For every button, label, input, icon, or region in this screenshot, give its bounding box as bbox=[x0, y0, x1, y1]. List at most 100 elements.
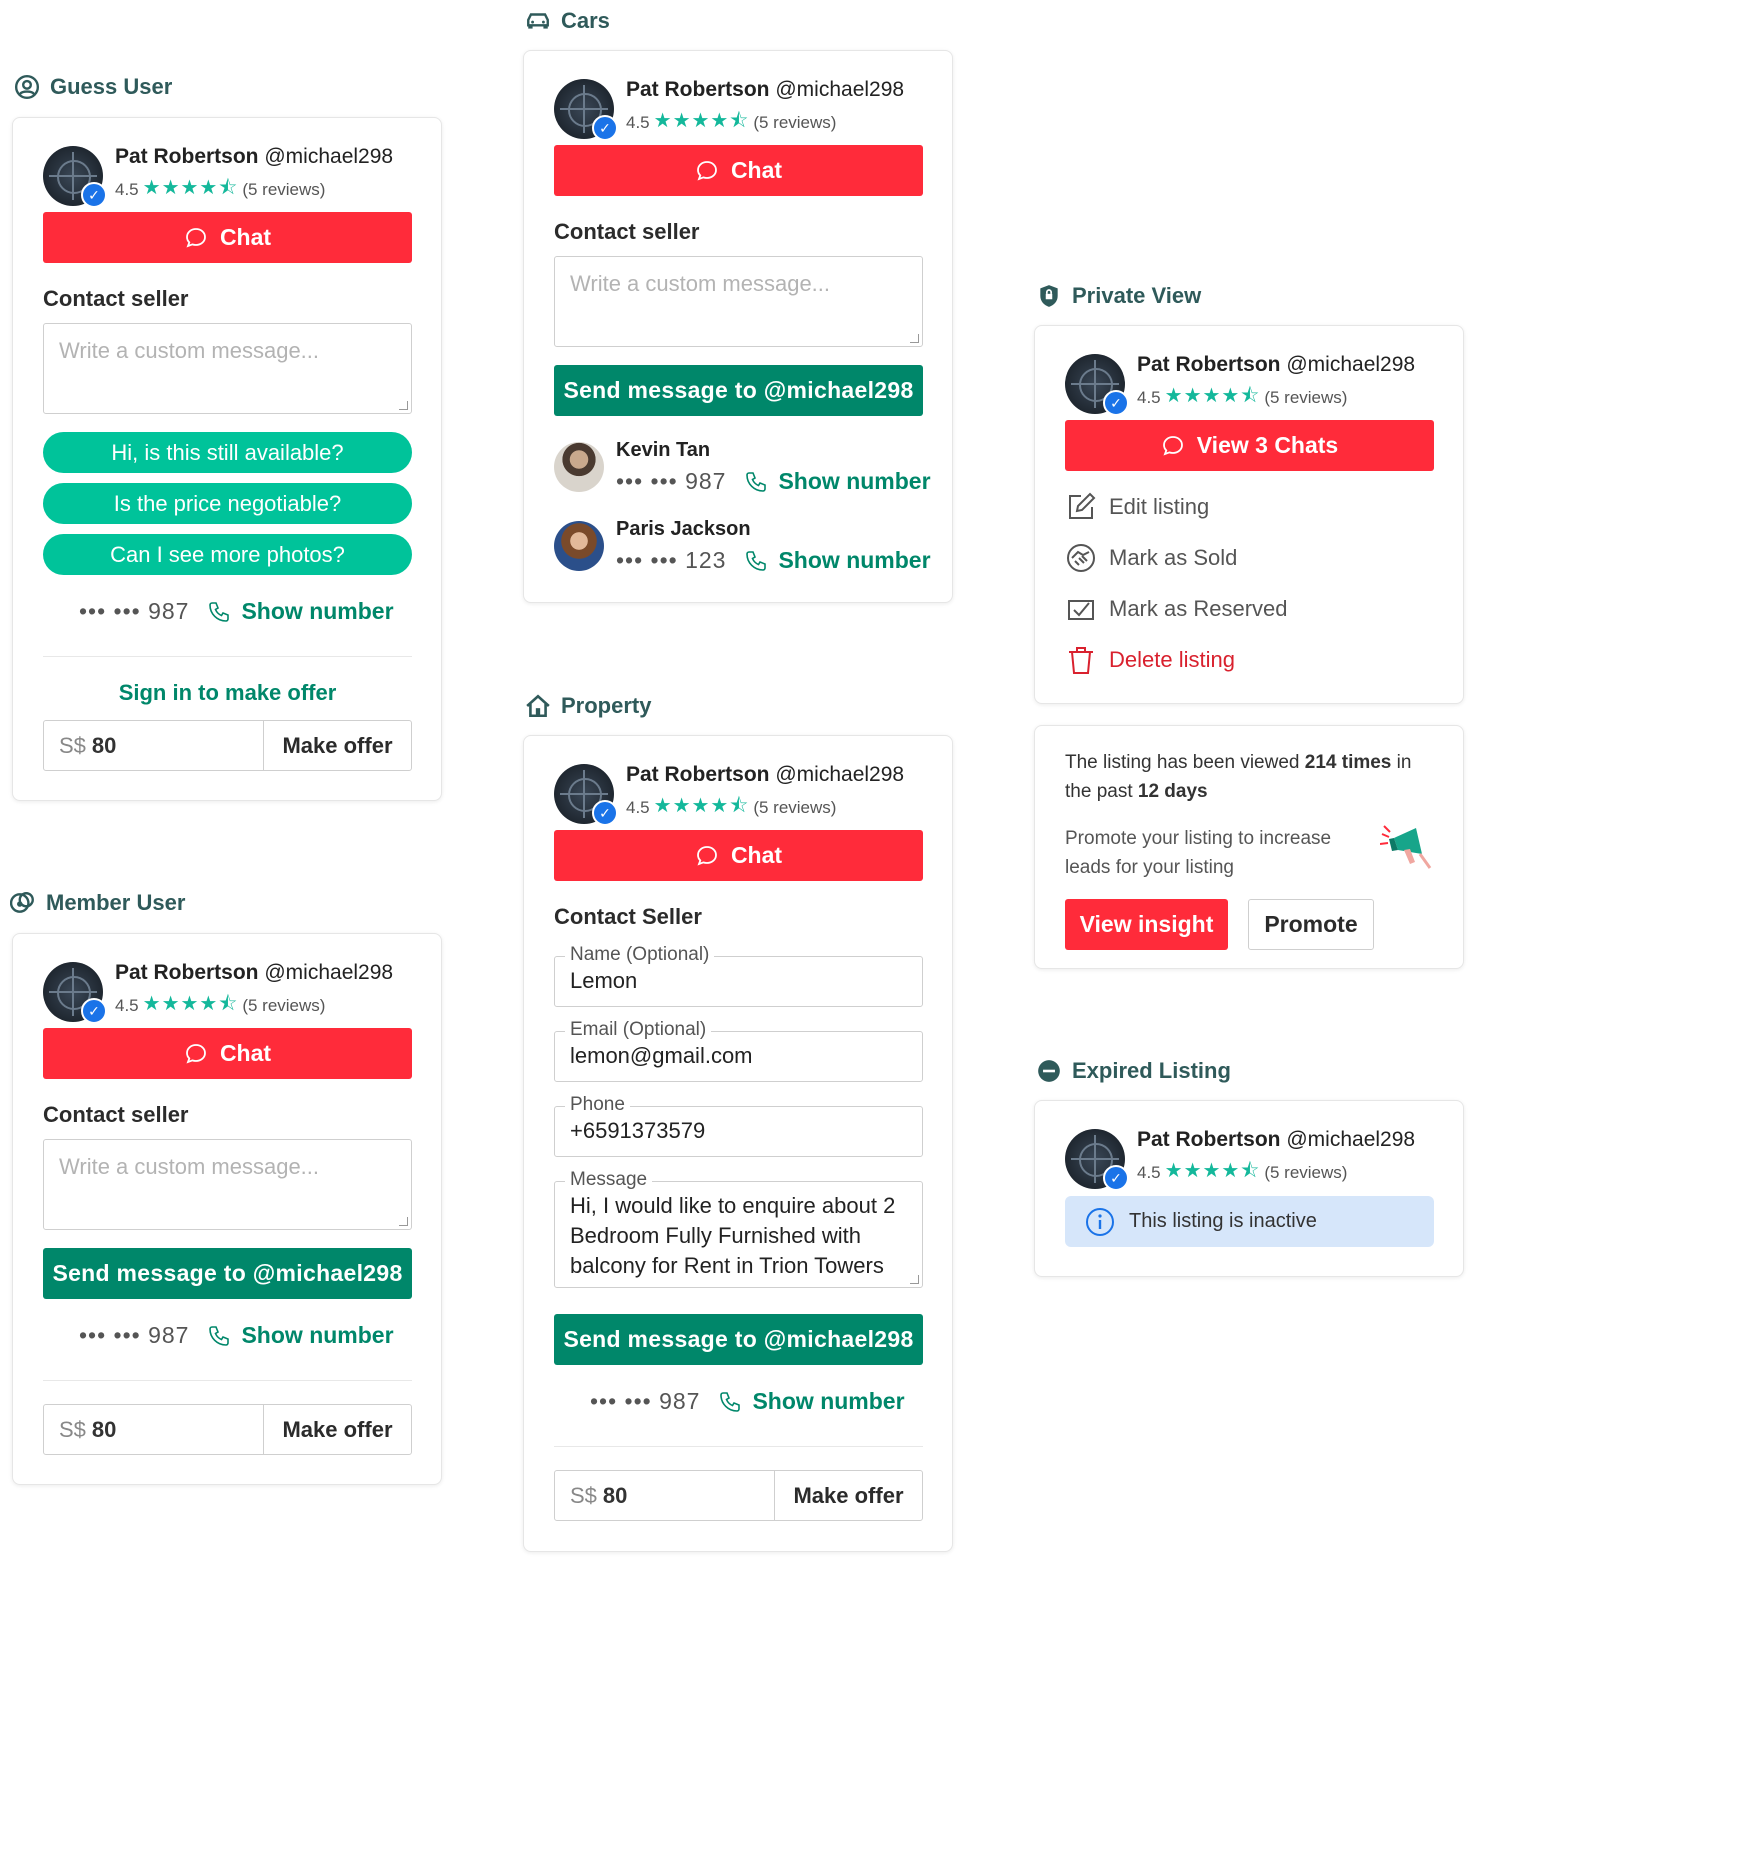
review-count[interactable]: (5 reviews) bbox=[753, 798, 836, 818]
seller-name[interactable]: Pat Robertson bbox=[115, 961, 259, 984]
contact-paris-jackson: Paris Jackson ••• ••• 123 Show number bbox=[554, 518, 931, 574]
masked-number: ••• ••• 987 bbox=[616, 468, 727, 494]
send-message-button[interactable]: Send message to @michael298 bbox=[554, 365, 923, 416]
show-number-label: Show number bbox=[778, 468, 931, 494]
property-card: ✓ Pat Robertson @michael298 4.5 ★★★★⯪ (5 r… bbox=[523, 735, 953, 1552]
make-offer-button[interactable]: Make offer bbox=[264, 721, 411, 770]
inactive-notice: This listing is inactive bbox=[1065, 1196, 1434, 1247]
seller-name[interactable]: Pat Robertson bbox=[115, 145, 259, 168]
avatar[interactable]: ✓ bbox=[1065, 354, 1129, 416]
offer-price-input[interactable]: S$ 80 bbox=[44, 721, 264, 770]
custom-message-input[interactable]: Write a custom message... bbox=[43, 1139, 412, 1230]
chat-button[interactable]: Chat bbox=[43, 1028, 412, 1079]
seller-name[interactable]: Pat Robertson bbox=[1137, 1128, 1281, 1151]
private-view-card: ✓ Pat Robertson @michael298 4.5 ★★★★⯪ (5 r… bbox=[1034, 325, 1464, 704]
quick-reply-negotiable[interactable]: Is the price negotiable? bbox=[43, 483, 412, 524]
phone-field-label: Phone bbox=[565, 1094, 630, 1116]
avatar[interactable]: ✓ bbox=[554, 764, 618, 826]
email-field[interactable]: Email (Optional) lemon@gmail.com bbox=[554, 1019, 923, 1082]
verified-badge-icon: ✓ bbox=[1103, 1165, 1129, 1191]
review-count[interactable]: (5 reviews) bbox=[242, 996, 325, 1016]
rating-value: 4.5 bbox=[115, 996, 139, 1015]
section-title-expired: Expired Listing bbox=[1036, 1058, 1231, 1084]
seller-name[interactable]: Pat Robertson bbox=[626, 78, 770, 101]
show-number-label: Show number bbox=[241, 1322, 394, 1348]
show-number-link[interactable]: Show number bbox=[744, 468, 931, 495]
contact-name: Kevin Tan bbox=[616, 439, 711, 461]
rating-value: 4.5 bbox=[626, 113, 650, 132]
make-offer-button[interactable]: Make offer bbox=[775, 1471, 922, 1520]
phone-icon bbox=[209, 1325, 230, 1346]
inactive-notice-text: This listing is inactive bbox=[1129, 1210, 1317, 1232]
phone-field[interactable]: Phone +6591373579 bbox=[554, 1094, 923, 1157]
phone-icon bbox=[746, 550, 767, 571]
section-title-label: Property bbox=[561, 693, 652, 718]
quick-reply-available[interactable]: Hi, is this still available? bbox=[43, 432, 412, 473]
custom-message-placeholder: Write a custom message... bbox=[59, 338, 320, 363]
view-chats-button[interactable]: View 3 Chats bbox=[1065, 420, 1434, 471]
show-number-link[interactable]: Show number bbox=[207, 598, 394, 625]
avatar[interactable]: ✓ bbox=[43, 962, 107, 1024]
offer-price-input[interactable]: S$ 80 bbox=[555, 1471, 775, 1520]
phone-row: ••• ••• 123 Show number bbox=[616, 547, 931, 574]
avatar[interactable]: ✓ bbox=[43, 146, 107, 208]
edit-icon bbox=[1069, 492, 1096, 519]
delete-listing-action[interactable]: Delete listing bbox=[1065, 644, 1235, 676]
review-count[interactable]: (5 reviews) bbox=[242, 180, 325, 200]
custom-message-placeholder: Write a custom message... bbox=[570, 271, 831, 296]
show-number-link[interactable]: Show number bbox=[718, 1388, 905, 1415]
review-count[interactable]: (5 reviews) bbox=[1264, 1163, 1347, 1183]
review-count[interactable]: (5 reviews) bbox=[1264, 388, 1347, 408]
message-field[interactable]: Message Hi, I would like to enquire abou… bbox=[554, 1169, 923, 1288]
custom-message-input[interactable]: Write a custom message... bbox=[43, 323, 412, 414]
quick-reply-photos[interactable]: Can I see more photos? bbox=[43, 534, 412, 575]
phone-row: ••• ••• 987 Show number bbox=[616, 468, 931, 495]
show-number-link[interactable]: Show number bbox=[744, 547, 931, 574]
view-stats-prefix: The listing has been viewed bbox=[1065, 752, 1305, 773]
custom-message-input[interactable]: Write a custom message... bbox=[554, 256, 923, 347]
chat-bubble-icon bbox=[697, 845, 717, 866]
check-box-icon bbox=[1068, 600, 1094, 620]
review-count[interactable]: (5 reviews) bbox=[753, 113, 836, 133]
seller-name[interactable]: Pat Robertson bbox=[1137, 353, 1281, 376]
name-field[interactable]: Name (Optional) Lemon bbox=[554, 944, 923, 1007]
promote-button[interactable]: Promote bbox=[1248, 899, 1374, 950]
show-number-link[interactable]: Show number bbox=[207, 1322, 394, 1349]
sign-in-link[interactable]: Sign in to make offer bbox=[43, 680, 412, 706]
send-message-button[interactable]: Send message to @michael298 bbox=[554, 1314, 923, 1365]
seller-header: ✓ Pat Robertson @michael298 4.5 ★★★★⯪ (5 r… bbox=[1065, 353, 1416, 416]
make-offer-button[interactable]: Make offer bbox=[264, 1405, 411, 1454]
rating-value: 4.5 bbox=[1137, 1163, 1161, 1182]
view-insight-label: View insight bbox=[1079, 911, 1214, 937]
star-rating-icon: ★★★★⯪ bbox=[1164, 385, 1261, 407]
masked-number: ••• ••• 987 bbox=[79, 598, 190, 624]
send-message-button[interactable]: Send message to @michael298 bbox=[43, 1248, 412, 1299]
chat-button[interactable]: Chat bbox=[43, 212, 412, 263]
chat-bubble-icon bbox=[1162, 435, 1183, 456]
chat-button[interactable]: Chat bbox=[554, 145, 923, 196]
seller-handle: @michael298 bbox=[264, 961, 394, 984]
mark-sold-action[interactable]: Mark as Sold bbox=[1065, 542, 1237, 574]
offer-value: 80 bbox=[91, 1416, 117, 1442]
edit-listing-action[interactable]: Edit listing bbox=[1065, 491, 1209, 523]
show-number-label: Show number bbox=[778, 547, 931, 573]
view-insight-button[interactable]: View insight bbox=[1065, 899, 1228, 950]
seller-name[interactable]: Pat Robertson bbox=[626, 763, 770, 786]
masked-number: ••• ••• 987 bbox=[590, 1388, 701, 1414]
verified-badge-icon: ✓ bbox=[592, 800, 618, 826]
seller-handle: @michael298 bbox=[775, 78, 905, 101]
chat-button-label: Chat bbox=[219, 1040, 272, 1066]
insights-card: The listing has been viewed 214 times in… bbox=[1034, 725, 1464, 969]
seller-handle: @michael298 bbox=[1286, 353, 1416, 376]
offer-price-input[interactable]: S$ 80 bbox=[44, 1405, 264, 1454]
verified-badge-icon: ✓ bbox=[1103, 390, 1129, 416]
avatar[interactable]: ✓ bbox=[554, 79, 618, 141]
verified-badge-icon: ✓ bbox=[81, 182, 107, 208]
divider bbox=[554, 1446, 923, 1447]
offer-value: 80 bbox=[91, 732, 117, 758]
rating-value: 4.5 bbox=[115, 180, 139, 199]
chat-button[interactable]: Chat bbox=[554, 830, 923, 881]
mark-reserved-action[interactable]: Mark as Reserved bbox=[1065, 593, 1288, 625]
avatar[interactable]: ✓ bbox=[1065, 1129, 1129, 1191]
currency-label: S$ bbox=[59, 1416, 86, 1442]
